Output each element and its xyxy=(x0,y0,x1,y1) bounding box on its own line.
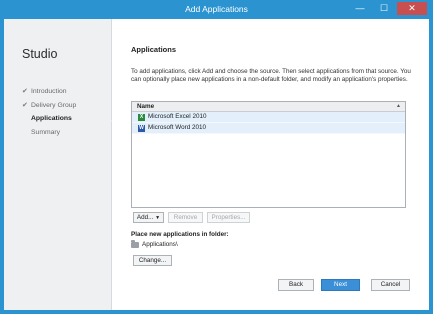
list-item-label: Microsoft Word 2010 xyxy=(148,124,206,131)
step-label: Applications xyxy=(31,115,72,122)
dialog-client-area: Studio ✔ Introduction ✔ Delivery Group App… xyxy=(4,19,429,310)
list-item-word[interactable]: W Microsoft Word 2010 xyxy=(132,123,405,134)
step-label: Summary xyxy=(31,129,61,136)
excel-icon: X xyxy=(138,113,145,121)
list-item-label: Microsoft Excel 2010 xyxy=(148,113,207,120)
next-button[interactable]: Next xyxy=(321,279,360,291)
close-button[interactable]: ✕ xyxy=(397,2,427,15)
check-icon: ✔ xyxy=(22,88,28,95)
folder-label: Place new applications in folder: xyxy=(131,231,229,238)
cancel-button[interactable]: Cancel xyxy=(371,279,410,291)
maximize-button[interactable]: ☐ xyxy=(373,2,395,15)
step-delivery-group[interactable]: ✔ Delivery Group xyxy=(22,101,76,115)
applications-list[interactable]: Name ▲ X Microsoft Excel 2010 W Microsof… xyxy=(131,101,406,208)
page-description: To add applications, click Add and choos… xyxy=(131,68,411,84)
sidebar-title: Studio xyxy=(22,47,58,61)
column-header-label: Name xyxy=(137,103,155,110)
folder-path-text: Applications\ xyxy=(142,241,178,248)
add-button-label: Add... xyxy=(136,214,154,221)
step-summary: Summary xyxy=(22,129,76,143)
main-panel: Applications To add applications, click … xyxy=(131,19,421,310)
wizard-steps: ✔ Introduction ✔ Delivery Group Applicatio… xyxy=(22,87,76,143)
folder-path: Applications\ xyxy=(131,239,178,248)
minimize-button[interactable]: — xyxy=(349,2,371,15)
change-folder-button[interactable]: Change... xyxy=(133,255,172,266)
page-title: Applications xyxy=(131,45,177,54)
check-icon: ✔ xyxy=(22,102,28,109)
remove-button[interactable]: Remove xyxy=(168,212,203,223)
wizard-sidebar: Studio ✔ Introduction ✔ Delivery Group App… xyxy=(4,19,112,310)
name-column-header[interactable]: Name ▲ xyxy=(132,102,405,112)
add-button[interactable]: Add... ▼ xyxy=(133,212,164,223)
properties-button[interactable]: Properties... xyxy=(207,212,250,223)
step-applications[interactable]: Applications xyxy=(22,115,76,129)
step-introduction[interactable]: ✔ Introduction xyxy=(22,87,76,101)
chevron-down-icon: ▼ xyxy=(155,215,161,221)
word-icon: W xyxy=(138,124,145,132)
step-label: Introduction xyxy=(31,88,67,95)
active-step-pointer xyxy=(106,115,112,127)
sort-arrow-icon: ▲ xyxy=(396,103,401,109)
list-item-excel[interactable]: X Microsoft Excel 2010 xyxy=(132,112,405,123)
folder-icon xyxy=(131,239,139,248)
back-button[interactable]: Back xyxy=(278,279,314,291)
add-applications-window: Add Applications — ☐ ✕ Studio ✔ Introduct… xyxy=(0,0,433,314)
step-label: Delivery Group xyxy=(31,102,77,109)
title-bar[interactable]: Add Applications — ☐ ✕ xyxy=(0,0,433,19)
